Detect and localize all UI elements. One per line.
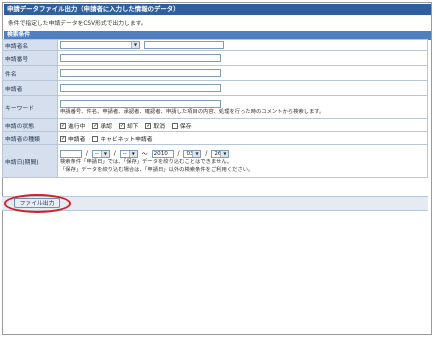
highlight-circle	[4, 194, 71, 213]
status-option-rejected[interactable]: ✓ 却下	[118, 123, 138, 130]
applicant-input[interactable]	[60, 84, 221, 92]
subject-input[interactable]	[60, 69, 221, 77]
subject-label: 件名	[2, 65, 58, 81]
checkbox-checked-icon[interactable]: ✓	[60, 136, 66, 142]
applicant-type-option-cabinet[interactable]: キャビネット申請者	[92, 136, 153, 143]
applicant-type-option-applicant[interactable]: ✓ 申請者	[60, 136, 85, 143]
checkbox-unchecked-icon[interactable]	[92, 136, 99, 142]
checkbox-checked-icon[interactable]: ✓	[60, 123, 66, 129]
applicant-type-label: 申請者の種類	[2, 131, 58, 145]
status-options: ✓ 進行中 ✓ 承認 ✓ 却下 ✓ 取消 保存	[57, 118, 428, 132]
to-month-select[interactable]: 03 ▼	[183, 149, 202, 158]
keyword-input[interactable]	[60, 100, 221, 108]
application-number-input[interactable]	[60, 54, 221, 62]
from-year-input[interactable]	[60, 149, 82, 158]
chevron-down-icon: ▼	[128, 150, 137, 157]
date-separator: /	[205, 150, 208, 157]
status-option-cancelled[interactable]: ✓ 取消	[145, 123, 165, 130]
keyword-label: キーワード	[2, 95, 58, 119]
chevron-down-icon: ▼	[131, 42, 139, 48]
to-day-select[interactable]: 26 ▼	[211, 149, 230, 158]
checkbox-checked-icon[interactable]: ✓	[145, 123, 152, 129]
application-number-label: 申請番号	[2, 50, 58, 66]
application-date-label: 申請日(期間)	[2, 144, 58, 178]
panel-title: 申請データファイル出力（申請者に入力した情報のデータ）	[4, 4, 431, 15]
status-label: 申請の状態	[2, 118, 58, 132]
applicant-name-label: 申請者名	[2, 39, 58, 51]
date-range-tilde: ～	[141, 151, 148, 158]
chevron-down-icon: ▼	[220, 150, 229, 157]
from-month-select[interactable]: -- ▼	[91, 149, 110, 158]
status-option-approved[interactable]: ✓ 承認	[92, 123, 112, 130]
date-hint-2: 「保存」データを絞り込む場合は、「申請日」以外の検索条件をご利用ください。	[60, 167, 254, 173]
checkbox-unchecked-icon[interactable]	[171, 123, 178, 129]
search-conditions-table: 申請者名 ▼ 申請番号 件名 申請者 キーワード 申請番号、件名、申請者、承認者…	[2, 39, 428, 178]
applicant-name-select[interactable]: ▼	[60, 41, 140, 49]
status-option-saved[interactable]: 保存	[171, 123, 192, 130]
applicant-label: 申請者	[2, 80, 58, 96]
chevron-down-icon: ▼	[192, 150, 201, 157]
date-separator: /	[177, 150, 180, 157]
keyword-hint: 申請番号、件名、申請者、承認者、確認者、申請した項目の内容、処理を行った時のコメ…	[60, 109, 325, 115]
applicant-name-input[interactable]	[143, 41, 224, 49]
status-option-in-progress[interactable]: ✓ 進行中	[60, 123, 85, 130]
description-text: 条件で指定した申請データをCSV形式で出力します。	[8, 21, 147, 27]
date-separator: /	[113, 150, 116, 157]
applicant-type-options: ✓ 申請者 キャビネット申請者	[57, 131, 428, 145]
from-day-select[interactable]: -- ▼	[119, 149, 138, 158]
checkbox-checked-icon[interactable]: ✓	[118, 123, 125, 129]
date-hint-1: 検索条件「申請日」では、「保存」データを絞り込むことはできません。	[60, 159, 232, 165]
checkbox-checked-icon[interactable]: ✓	[92, 123, 99, 129]
chevron-down-icon: ▼	[100, 150, 109, 157]
date-separator: /	[85, 150, 88, 157]
to-year-input[interactable]: 2010	[151, 149, 174, 158]
